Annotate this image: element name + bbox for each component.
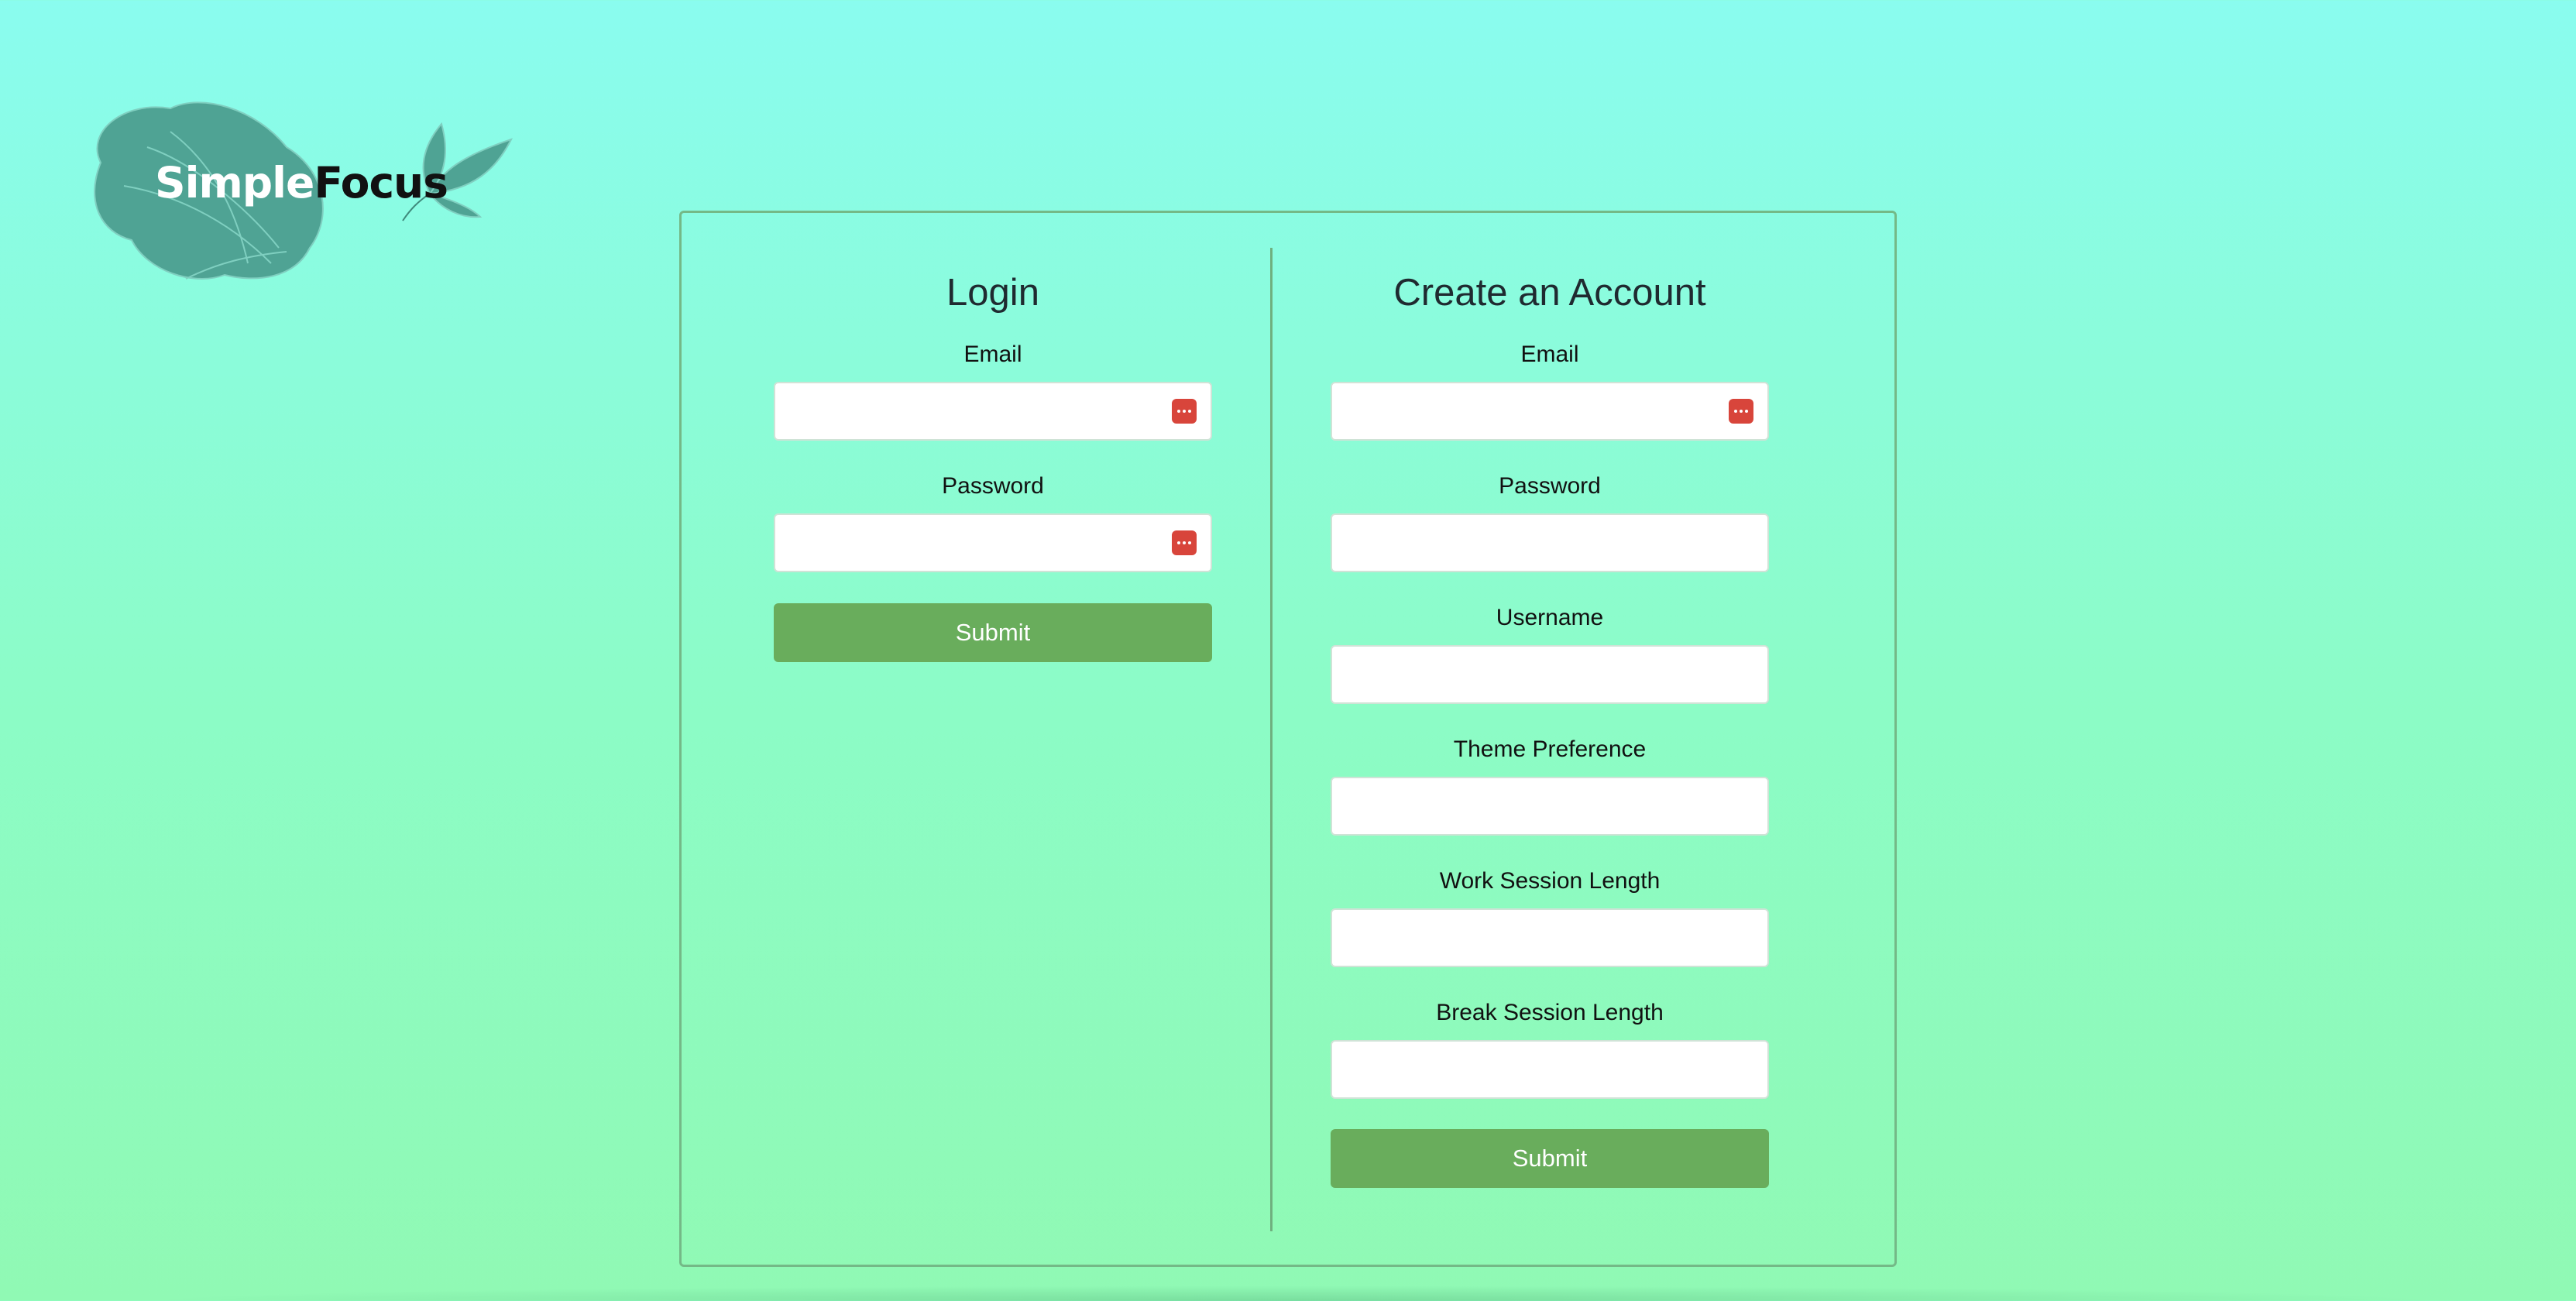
create-work-session-field-wrap xyxy=(1331,908,1769,967)
create-account-title: Create an Account xyxy=(1393,272,1706,314)
create-break-session-input[interactable] xyxy=(1331,1040,1769,1099)
login-email-field-wrap xyxy=(774,382,1212,441)
login-password-label: Password xyxy=(942,473,1044,499)
create-account-form: Create an Account Email Password Usernam… xyxy=(1331,267,1769,1188)
create-email-input[interactable] xyxy=(1331,382,1769,441)
login-password-input[interactable] xyxy=(774,513,1212,572)
create-break-session-label: Break Session Length xyxy=(1436,1000,1664,1025)
brand-name-part1: Simple xyxy=(155,158,314,208)
create-email-label: Email xyxy=(1520,342,1579,367)
create-work-session-input[interactable] xyxy=(1331,908,1769,967)
brand-name-part2: Focus xyxy=(314,158,448,208)
create-theme-input[interactable] xyxy=(1331,777,1769,836)
create-break-session-field-wrap xyxy=(1331,1040,1769,1099)
create-email-field-wrap xyxy=(1331,382,1769,441)
create-username-input[interactable] xyxy=(1331,645,1769,704)
password-manager-icon[interactable] xyxy=(1729,399,1753,424)
login-form: Login Email Password Submit xyxy=(774,267,1212,662)
password-manager-icon[interactable] xyxy=(1172,399,1197,424)
brand-logo[interactable]: SimpleFocus xyxy=(77,85,527,294)
create-password-input[interactable] xyxy=(1331,513,1769,572)
create-username-field-wrap xyxy=(1331,645,1769,704)
password-manager-icon[interactable] xyxy=(1172,530,1197,555)
login-submit-button[interactable]: Submit xyxy=(774,603,1212,662)
login-email-input[interactable] xyxy=(774,382,1212,441)
create-theme-label: Theme Preference xyxy=(1453,736,1647,762)
create-password-label: Password xyxy=(1499,473,1601,499)
create-theme-field-wrap xyxy=(1331,777,1769,836)
panel-divider xyxy=(1270,248,1273,1231)
create-work-session-label: Work Session Length xyxy=(1439,868,1661,894)
create-username-label: Username xyxy=(1496,605,1604,630)
login-email-label: Email xyxy=(963,342,1022,367)
create-account-submit-button[interactable]: Submit xyxy=(1331,1129,1769,1188)
login-password-field-wrap xyxy=(774,513,1212,572)
brand-wordmark: SimpleFocus xyxy=(155,158,448,208)
login-title: Login xyxy=(946,272,1039,314)
page-bottom-shadow xyxy=(139,1286,2447,1301)
create-password-field-wrap xyxy=(1331,513,1769,572)
